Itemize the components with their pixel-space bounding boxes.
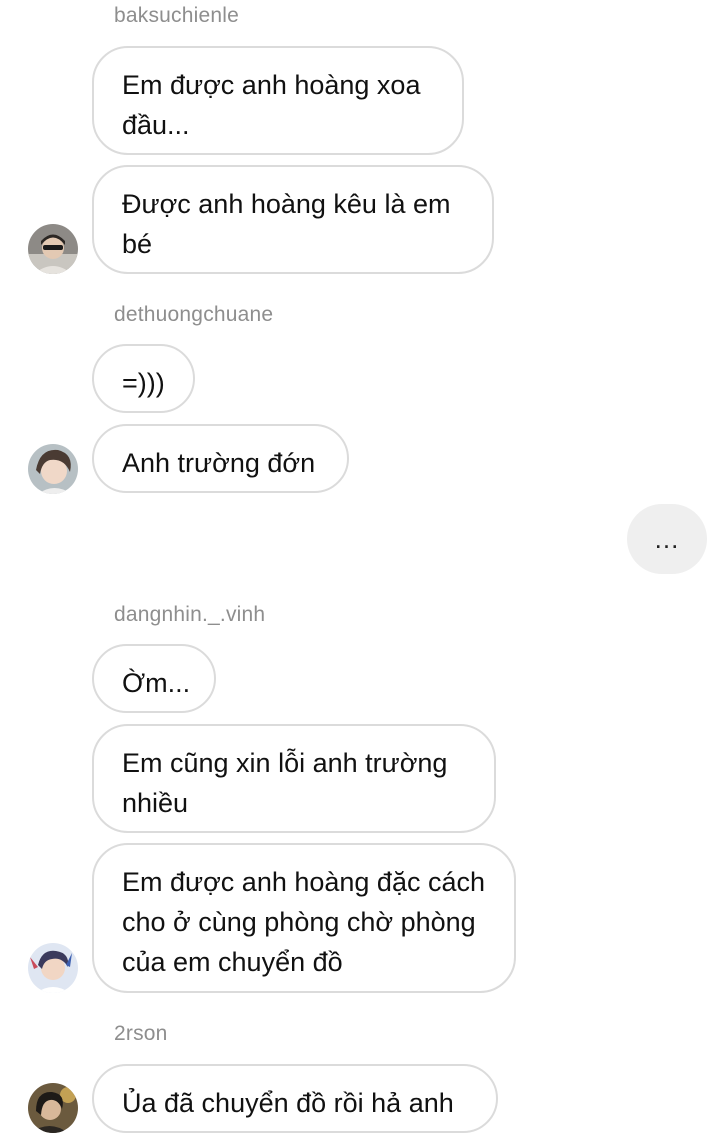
message-bubble[interactable]: =))) [92, 344, 195, 413]
avatar[interactable] [28, 943, 78, 993]
message-bubble[interactable]: Ờm... [92, 644, 216, 713]
avatar[interactable] [28, 1083, 78, 1133]
message-bubble[interactable]: Được anh hoàng kêu là em bé [92, 165, 494, 274]
sender-username[interactable]: baksuchienle [114, 4, 239, 28]
avatar-image [28, 943, 78, 993]
sender-username[interactable]: dangnhin._.vinh [114, 603, 265, 627]
message-bubble[interactable]: Em cũng xin lỗi anh trường nhiều [92, 724, 496, 833]
message-bubble[interactable]: Em được anh hoàng đặc cách cho ở cùng ph… [92, 843, 516, 993]
message-bubble[interactable]: Em được anh hoàng xoa đầu... [92, 46, 464, 155]
avatar-image [28, 444, 78, 494]
typing-indicator: ... [627, 504, 707, 574]
message-bubble[interactable]: Anh trường đớn [92, 424, 349, 493]
sender-username[interactable]: dethuongchuane [114, 303, 273, 327]
avatar[interactable] [28, 224, 78, 274]
avatar[interactable] [28, 444, 78, 494]
message-bubble[interactable]: Ủa đã chuyển đồ rồi hả anh [92, 1064, 498, 1133]
sender-username[interactable]: 2rson [114, 1022, 168, 1046]
avatar-image [28, 224, 78, 274]
avatar-image [28, 1083, 78, 1133]
